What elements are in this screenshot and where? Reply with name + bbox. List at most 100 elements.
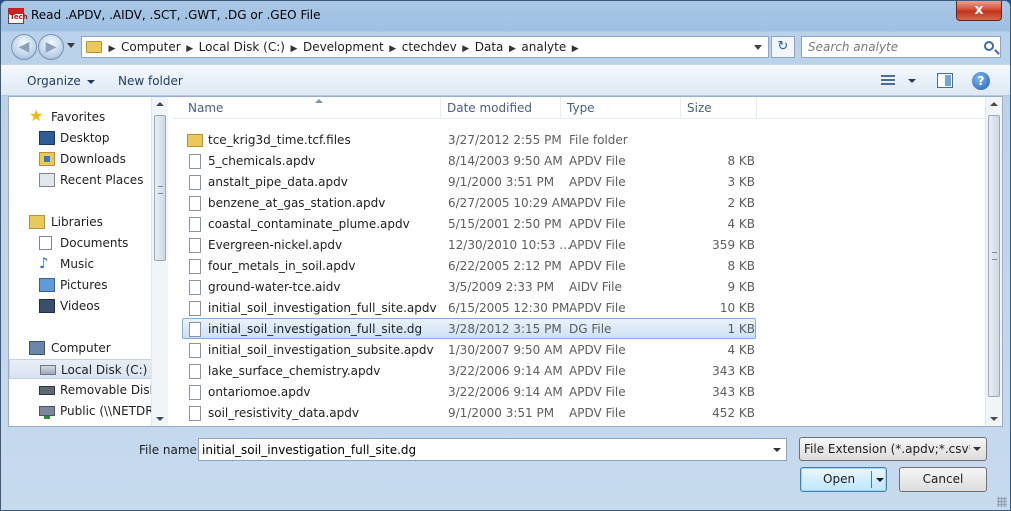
desktop-icon (39, 131, 55, 145)
breadcrumb-analyte[interactable]: analyte (518, 40, 569, 54)
navigation-scrollbar[interactable] (151, 97, 168, 426)
back-button[interactable]: ◀ (11, 34, 37, 60)
file-type-filter[interactable]: File Extension (*.apdv;*.csv*;*.ai (799, 437, 987, 461)
file-row[interactable]: 5_chemicals.apdv 8/14/2003 9:50 AM APDV Fi… (182, 150, 756, 171)
file-name-input[interactable] (202, 440, 762, 459)
chevron-right-icon[interactable]: ▶ (288, 44, 300, 54)
scroll-down-icon[interactable] (156, 417, 164, 421)
file-name-combobox[interactable] (198, 438, 787, 461)
search-box[interactable] (801, 36, 1001, 58)
nav-favorites[interactable]: ★ Favorites (9, 107, 159, 127)
nav-computer[interactable]: Computer (9, 338, 159, 358)
file-icon (189, 322, 201, 337)
file-row[interactable]: Evergreen-nickel.apdv 12/30/2010 10:53 ..… (182, 234, 756, 255)
file-icon (189, 406, 201, 421)
breadcrumb-computer[interactable]: Computer (118, 40, 184, 54)
chevron-right-icon[interactable]: ▶ (387, 44, 399, 54)
chevron-right-icon[interactable]: ▶ (184, 44, 196, 54)
nav-local-disk[interactable]: Local Disk (C:) (9, 359, 159, 379)
search-input[interactable] (808, 38, 978, 56)
nav-pictures[interactable]: Pictures (9, 275, 159, 295)
help-icon[interactable]: ? (972, 72, 990, 90)
breadcrumb-data[interactable]: Data (472, 40, 507, 54)
cancel-button[interactable]: Cancel (899, 467, 987, 492)
change-view-icon[interactable] (881, 75, 895, 87)
file-row[interactable]: coastal_contaminate_plume.apdv 5/15/2001 … (182, 213, 756, 234)
column-header-size[interactable]: Size (681, 97, 757, 119)
recent-locations-dropdown[interactable] (67, 43, 75, 48)
chevron-down-icon[interactable] (876, 478, 884, 482)
scroll-up-icon[interactable] (990, 102, 998, 106)
breadcrumb-ctechdev[interactable]: ctechdev (399, 40, 460, 54)
file-row[interactable]: initial_soil_investigation_full_site.apd… (182, 297, 756, 318)
organize-button[interactable]: Organize (27, 74, 95, 88)
column-header-type[interactable]: Type (561, 97, 681, 119)
scroll-up-icon[interactable] (156, 102, 164, 106)
file-row[interactable]: lake_surface_chemistry.apdv 3/22/2006 9:1… (182, 360, 756, 381)
nav-desktop[interactable]: Desktop (9, 128, 159, 148)
resize-grip-icon[interactable] (997, 497, 1007, 507)
sort-ascending-icon (315, 99, 323, 103)
scroll-down-icon[interactable] (990, 417, 998, 421)
nav-removable-disk[interactable]: Removable Disk ( (9, 380, 159, 400)
refresh-button[interactable]: ↻ (771, 36, 795, 58)
file-icon (189, 385, 201, 400)
column-header-date[interactable]: Date modified (441, 97, 561, 119)
chevron-right-icon[interactable]: ▶ (506, 44, 518, 54)
file-icon (189, 175, 201, 190)
chevron-right-icon: ▶ (108, 44, 116, 54)
open-button-label: Open (823, 472, 856, 486)
folder-icon (187, 134, 203, 147)
file-row[interactable]: anstalt_pipe_data.apdv 9/1/2000 3:51 PM AP… (182, 171, 756, 192)
new-folder-button[interactable]: New folder (118, 74, 183, 88)
nav-public-network[interactable]: Public (\\NETDRI (9, 401, 159, 421)
chevron-down-icon[interactable] (773, 448, 781, 452)
breadcrumb-development[interactable]: Development (300, 40, 387, 54)
scrollbar-thumb[interactable] (988, 115, 1000, 397)
address-row: ◀ ▶ ▶ Computer ▶ Local Disk (C:) ▶ Developmen… (1, 32, 1010, 62)
navigation-pane: ★ Favorites Desktop Downloads Recent Plac… (9, 97, 168, 426)
nav-recent-places[interactable]: Recent Places (9, 170, 159, 190)
search-icon[interactable] (984, 41, 994, 51)
file-list-scrollbar[interactable] (985, 97, 1002, 426)
close-button[interactable]: x (956, 1, 1002, 21)
scrollbar-thumb[interactable] (154, 115, 166, 261)
column-header-name[interactable]: Name (182, 97, 441, 119)
folder-icon (86, 41, 102, 53)
file-icon (189, 154, 201, 169)
nav-downloads[interactable]: Downloads (9, 149, 159, 169)
nav-music[interactable]: ♪ Music (9, 254, 159, 274)
file-list: Name Date modified Type Size tce_krig3d_… (172, 97, 985, 426)
file-row[interactable]: initial_soil_investigation_subsite.apdv 1… (182, 339, 756, 360)
chevron-right-icon[interactable]: ▶ (569, 44, 581, 54)
open-button[interactable]: Open (800, 467, 887, 492)
nav-videos[interactable]: Videos (9, 296, 159, 316)
file-row[interactable]: four_metals_in_soil.apdv 6/22/2005 2:12 P… (182, 255, 756, 276)
file-row[interactable]: tce_krig3d_time.tcf.files 3/27/2012 2:55 … (182, 129, 756, 150)
grip-icon (158, 186, 163, 194)
removable-disk-icon (39, 386, 55, 395)
file-open-dialog: Tech Read .APDV, .AIDV, .SCT, .GWT, .DG … (0, 0, 1011, 511)
breadcrumb-local-disk[interactable]: Local Disk (C:) (196, 40, 288, 54)
address-dropdown[interactable] (754, 45, 762, 50)
file-row[interactable]: benzene_at_gas_station.apdv 6/27/2005 10:… (182, 192, 756, 213)
file-row[interactable]: soil_resistivity_data.apdv 9/1/2000 3:51 … (182, 402, 756, 423)
documents-icon (39, 236, 52, 250)
preview-pane-icon[interactable] (937, 73, 953, 88)
file-row[interactable]: ontariomoe.apdv 3/22/2006 9:14 AM APDV Fil… (182, 381, 756, 402)
forward-button[interactable]: ▶ (38, 34, 64, 60)
nav-libraries[interactable]: Libraries (9, 212, 159, 232)
file-row[interactable]: ground-water-tce.aidv 3/5/2009 2:33 PM AID… (182, 276, 756, 297)
window-title: Read .APDV, .AIDV, .SCT, .GWT, .DG or .G… (31, 8, 321, 22)
grip-icon (992, 252, 997, 260)
address-bar[interactable]: ▶ Computer ▶ Local Disk (C:) ▶ Development ▶ ct… (81, 36, 769, 58)
title-bar[interactable]: Tech Read .APDV, .AIDV, .SCT, .GWT, .DG … (1, 1, 1010, 31)
computer-icon (29, 341, 45, 355)
star-icon: ★ (29, 107, 44, 125)
column-header-row: Name Date modified Type Size (172, 97, 985, 119)
view-options-dropdown[interactable] (908, 79, 916, 83)
chevron-right-icon[interactable]: ▶ (460, 44, 472, 54)
file-row-selected[interactable]: initial_soil_investigation_full_site.dg 3… (182, 318, 756, 339)
command-toolbar: Organize New folder ? (1, 64, 1010, 96)
nav-documents[interactable]: Documents (9, 233, 159, 253)
